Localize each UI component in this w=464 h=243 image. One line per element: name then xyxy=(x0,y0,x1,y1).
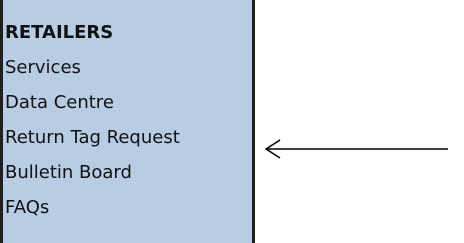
menu-item-faqs[interactable]: FAQs xyxy=(3,190,252,225)
retailers-menu-panel: RETAILERS Services Data Centre Return Ta… xyxy=(0,0,255,243)
retailers-heading: RETAILERS xyxy=(5,22,114,43)
menu-item-return-tag-request[interactable]: Return Tag Request xyxy=(3,120,252,155)
menu-item-bulletin-board[interactable]: Bulletin Board xyxy=(3,155,252,190)
retailers-menu-list: RETAILERS Services Data Centre Return Ta… xyxy=(3,0,252,225)
left-arrow-icon xyxy=(264,139,448,159)
menu-item-services[interactable]: Services xyxy=(3,50,252,85)
screenshot-canvas: RETAILERS Services Data Centre Return Ta… xyxy=(0,0,464,243)
menu-item-data-centre[interactable]: Data Centre xyxy=(3,85,252,120)
